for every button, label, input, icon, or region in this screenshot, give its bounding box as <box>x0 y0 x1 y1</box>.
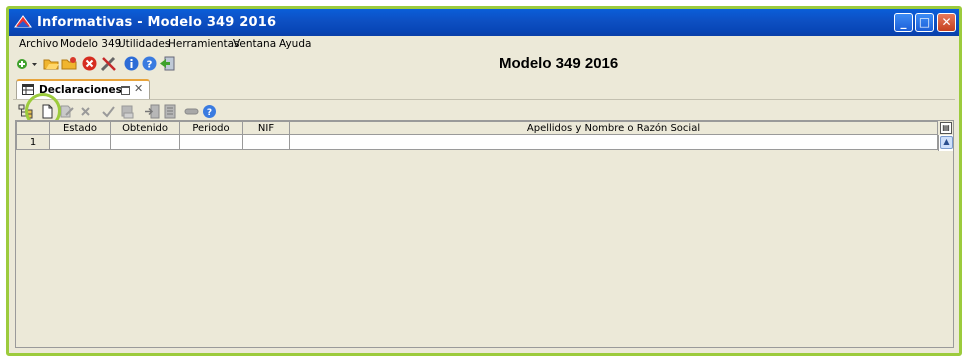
tab-bar: Declaraciones ✕ <box>13 77 955 100</box>
menu-ayuda[interactable]: Ayuda <box>279 38 311 50</box>
cell-estado[interactable] <box>49 134 111 150</box>
add-dropdown-icon[interactable] <box>15 55 39 72</box>
column-header-nombre[interactable]: Apellidos y Nombre o Razón Social <box>289 121 938 135</box>
table-icon <box>22 84 34 95</box>
column-header-nif[interactable]: NIF <box>242 121 290 135</box>
confirm-check-icon[interactable] <box>100 103 117 120</box>
delete-x-icon[interactable] <box>77 103 94 120</box>
column-chooser-icon[interactable]: ▤ <box>940 122 952 134</box>
link-icon[interactable] <box>183 103 200 120</box>
menu-utilidades[interactable]: Utilidades <box>118 38 170 50</box>
tab-declaraciones[interactable]: Declaraciones ✕ <box>16 79 150 99</box>
cell-nif[interactable] <box>242 134 290 150</box>
menu-archivo[interactable]: Archivo <box>19 38 58 50</box>
help-icon[interactable]: ? <box>201 103 218 120</box>
svg-text:?: ? <box>207 108 212 118</box>
row-number-header <box>16 121 50 135</box>
vertical-scrollbar[interactable]: ▲ <box>938 135 953 151</box>
scroll-up-icon[interactable]: ▲ <box>940 136 953 149</box>
edit-document-icon[interactable] <box>58 103 75 120</box>
info-icon[interactable] <box>123 55 140 72</box>
table-header-row: Estado Obtenido Periodo NIF Apellidos y … <box>16 121 938 135</box>
cell-nombre[interactable] <box>289 134 938 150</box>
declarations-table: Estado Obtenido Periodo NIF Apellidos y … <box>16 121 938 150</box>
close-tab-icon[interactable]: ✕ <box>134 82 143 95</box>
main-toolbar: ? <box>9 53 959 75</box>
menu-ventana[interactable]: Ventana <box>233 38 276 50</box>
app-window: Informativas - Modelo 349 2016 _ □ ✕ Arc… <box>6 6 962 356</box>
import-icon[interactable] <box>144 103 161 120</box>
close-button[interactable]: ✕ <box>937 13 956 32</box>
cell-periodo[interactable] <box>179 134 243 150</box>
title-bar[interactable]: Informativas - Modelo 349 2016 _ □ ✕ <box>9 9 959 36</box>
folder-icon[interactable] <box>61 55 78 72</box>
new-document-icon[interactable] <box>39 103 56 120</box>
declarations-grid: Estado Obtenido Periodo NIF Apellidos y … <box>15 120 954 348</box>
menu-modelo-349[interactable]: Modelo 349 <box>60 38 121 50</box>
tools-icon[interactable] <box>100 55 117 72</box>
app-logo-icon <box>14 15 32 28</box>
export-icon[interactable] <box>163 103 180 120</box>
delete-icon[interactable] <box>81 55 98 72</box>
menu-bar: Archivo Modelo 349 Utilidades Herramient… <box>9 36 959 52</box>
row-number: 1 <box>16 134 50 150</box>
print-icon[interactable] <box>119 103 136 120</box>
menu-herramientas[interactable]: Herramientas <box>168 38 240 50</box>
exit-icon[interactable] <box>159 55 176 72</box>
tree-icon[interactable] <box>17 103 34 120</box>
minimize-button[interactable]: _ <box>894 13 913 32</box>
column-header-obtenido[interactable]: Obtenido <box>110 121 180 135</box>
cell-obtenido[interactable] <box>110 134 180 150</box>
maximize-view-icon[interactable] <box>121 86 130 95</box>
page-title: Modelo 349 2016 <box>499 55 619 72</box>
column-header-periodo[interactable]: Periodo <box>179 121 243 135</box>
table-row[interactable]: 1 <box>16 134 938 150</box>
tab-label: Declaraciones <box>39 84 122 96</box>
maximize-button[interactable]: □ <box>915 13 934 32</box>
window-title: Informativas - Modelo 349 2016 <box>37 15 277 30</box>
column-header-estado[interactable]: Estado <box>49 121 111 135</box>
folder-open-icon[interactable] <box>43 55 60 72</box>
help-icon[interactable]: ? <box>141 55 158 72</box>
svg-text:?: ? <box>147 60 153 71</box>
